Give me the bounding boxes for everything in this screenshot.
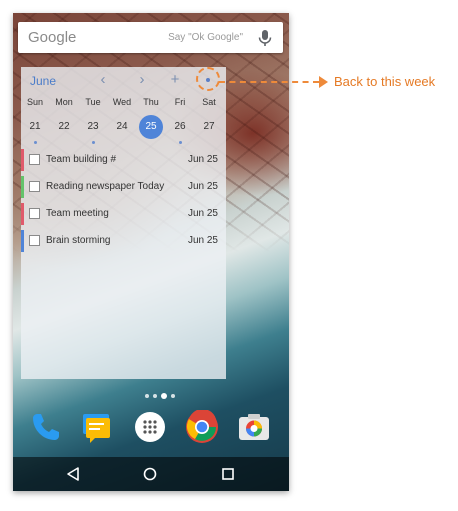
weekday-sat: Sat — [202, 97, 216, 107]
back-icon[interactable] — [65, 466, 81, 482]
event-row[interactable]: Team building # Jun 25 — [21, 147, 226, 173]
apps-icon[interactable] — [133, 410, 167, 444]
event-date: Jun 25 — [187, 235, 218, 246]
event-dot — [179, 141, 182, 144]
google-logo: Google — [28, 29, 77, 46]
chrome-icon[interactable] — [185, 410, 219, 444]
weekday-mon: Mon — [55, 97, 73, 107]
google-search-bar[interactable]: Google Say "Ok Google" — [18, 22, 283, 53]
date-cell[interactable]: 22 — [52, 115, 76, 139]
weekday-fri: Fri — [174, 97, 186, 107]
callout-arrowhead — [319, 76, 328, 88]
date-cell[interactable]: 23 — [81, 115, 105, 139]
event-dot — [34, 141, 37, 144]
callout-label: Back to this week — [334, 74, 436, 89]
calendar-widget: June ‹ › + Sun Mon Tue Wed Thu Fri Sat 2… — [21, 67, 226, 379]
event-title: Brain storming — [46, 235, 111, 246]
back-to-this-week-button[interactable] — [206, 78, 210, 82]
event-date: Jun 25 — [187, 208, 218, 219]
weekday-wed: Wed — [112, 97, 132, 107]
navigation-bar — [13, 457, 289, 491]
weekday-thu: Thu — [143, 97, 159, 107]
event-dot — [92, 141, 95, 144]
date-cell[interactable]: 21 — [23, 115, 47, 139]
event-color-bar — [21, 203, 24, 225]
callout-line — [219, 81, 319, 83]
month-label[interactable]: June — [30, 74, 56, 88]
event-row[interactable]: Reading newspaper Today Jun 25 — [21, 174, 226, 200]
search-hint: Say "Ok Google" — [168, 32, 243, 43]
event-title: Team building # — [46, 154, 117, 165]
next-week-button[interactable]: › — [132, 70, 152, 90]
event-date: Jun 25 — [187, 181, 218, 192]
event-row[interactable]: Brain storming Jun 25 — [21, 228, 226, 254]
phone-screen: Google Say "Ok Google" June ‹ › + Sun Mo… — [13, 13, 289, 491]
weekday-sun: Sun — [26, 97, 43, 107]
event-checkbox[interactable] — [29, 208, 40, 219]
recents-icon[interactable] — [220, 466, 236, 482]
event-row[interactable]: Team meeting Jun 25 — [21, 201, 226, 227]
event-checkbox[interactable] — [29, 181, 40, 192]
home-icon[interactable] — [142, 466, 158, 482]
date-cell[interactable]: 26 — [168, 115, 192, 139]
event-date: Jun 25 — [187, 154, 218, 165]
weekday-tue: Tue — [85, 97, 101, 107]
prev-week-button[interactable]: ‹ — [93, 70, 113, 90]
event-color-bar — [21, 149, 24, 171]
camera-icon[interactable] — [237, 410, 271, 444]
date-cell[interactable]: 24 — [110, 115, 134, 139]
event-title: Team meeting — [46, 208, 109, 219]
event-checkbox[interactable] — [29, 154, 40, 165]
date-cell[interactable]: 27 — [197, 115, 221, 139]
add-event-button[interactable]: + — [165, 70, 185, 90]
date-cell-selected[interactable]: 25 — [139, 115, 163, 139]
event-title: Reading newspaper Today — [46, 181, 165, 192]
event-color-bar — [21, 176, 24, 198]
microphone-icon[interactable] — [257, 29, 273, 47]
phone-icon[interactable] — [29, 410, 63, 444]
event-color-bar — [21, 230, 24, 252]
messenger-icon[interactable] — [80, 410, 114, 444]
event-checkbox[interactable] — [29, 235, 40, 246]
